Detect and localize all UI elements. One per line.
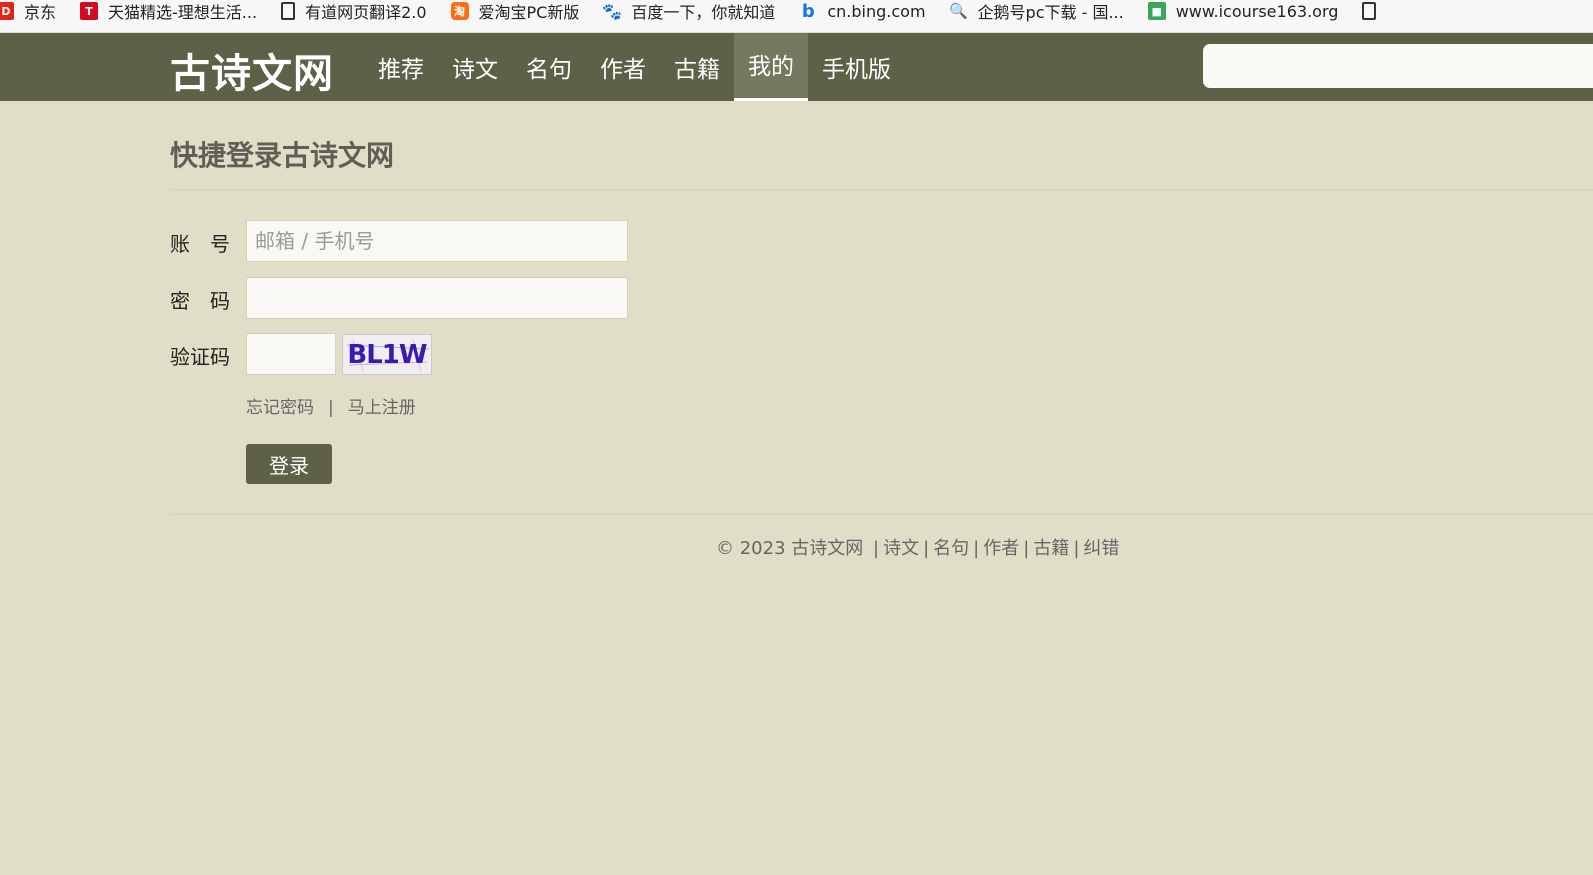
link-separator: |	[328, 398, 334, 418]
forgot-password-link[interactable]: 忘记密码	[246, 398, 314, 418]
nav-label: 名句	[526, 57, 572, 83]
tmall-icon: T	[80, 2, 99, 20]
nav-item[interactable]: 手机版	[808, 33, 905, 101]
footer-link[interactable]: 诗文	[883, 538, 919, 559]
footer-link[interactable]: 名句	[933, 538, 969, 559]
page-title: 快捷登录古诗文网	[170, 139, 395, 172]
login-button[interactable]: 登录	[246, 444, 332, 484]
bookmark-item[interactable]: ■ www.icourse163.org	[1147, 0, 1339, 28]
nav-item[interactable]: 诗文	[438, 33, 512, 101]
search-icon: 🔍	[949, 2, 968, 20]
captcha-text: BL1W	[347, 339, 427, 370]
copyright-text: © 2023 古诗文网	[716, 538, 864, 559]
search-input[interactable]	[1203, 44, 1593, 88]
bookmark-item[interactable]: 🐾 百度一下，你就知道	[602, 0, 776, 28]
footer-separator: |	[873, 538, 880, 559]
site-footer: © 2023 古诗文网 | 诗文 | 名句 | 作者 | 古籍 | 纠错	[716, 534, 1119, 560]
bookmark-item[interactable]: 有道网页翻译2.0	[281, 0, 427, 28]
captcha-input[interactable]	[246, 333, 336, 375]
bookmarks-bar: D 京东 T 天猫精选-理想生活... 有道网页翻译2.0 淘爱淘宝PC新版 🐾 百度一下，你…	[0, 0, 1593, 33]
baidu-icon: 🐾	[602, 1, 623, 21]
bookmark-label: 天猫精选-理想生活...	[108, 3, 258, 22]
nav-label: 诗文	[452, 57, 498, 83]
page-icon	[281, 2, 296, 20]
password-input[interactable]	[246, 277, 628, 319]
footer-divider	[170, 514, 1593, 515]
nav-item[interactable]: 我的	[734, 33, 808, 101]
jd-icon: D	[0, 2, 14, 20]
nav-label: 作者	[600, 57, 646, 83]
auth-links: 忘记密码 | 马上注册	[246, 393, 416, 418]
bookmark-label: www.icourse163.org	[1175, 1, 1339, 21]
nav-item[interactable]: 古籍	[660, 33, 734, 101]
site-header: 古诗文网 推荐 诗文 名句 作者 古籍 我的 手机版	[0, 33, 1593, 101]
nav-item[interactable]: 推荐	[364, 33, 438, 101]
captcha-image[interactable]: BL1W	[342, 334, 432, 375]
nav-label: 我的	[748, 53, 794, 80]
footer-link[interactable]: 作者	[983, 538, 1019, 559]
bookmark-item[interactable]: b cn.bing.com	[799, 0, 926, 28]
site-logo[interactable]: 古诗文网	[170, 41, 334, 99]
register-link[interactable]: 马上注册	[348, 398, 416, 418]
aitaobao-icon: 淘	[450, 2, 469, 20]
password-label: 密 码	[170, 289, 230, 313]
icourse-icon: ■	[1147, 2, 1166, 20]
bing-icon: b	[801, 0, 815, 22]
footer-link[interactable]: 纠错	[1083, 538, 1119, 559]
bookmark-item[interactable]: T 天猫精选-理想生活...	[80, 0, 257, 28]
bookmark-label: cn.bing.com	[827, 1, 926, 21]
account-input[interactable]	[246, 220, 628, 262]
nav-item[interactable]: 作者	[586, 33, 660, 101]
bookmark-label: 有道网页翻译2.0	[305, 3, 427, 22]
captcha-label: 验证码	[170, 345, 230, 369]
bookmark-label: 爱淘宝PC新版	[478, 3, 580, 22]
footer-separator: |	[1023, 538, 1030, 559]
bookmark-item[interactable]	[1362, 0, 1386, 28]
page-icon	[1362, 2, 1377, 20]
footer-separator: |	[923, 538, 930, 559]
title-divider	[170, 189, 1593, 190]
bookmark-item[interactable]: 🔍 企鹅号pc下载 - 国...	[949, 0, 1124, 28]
bookmark-item[interactable]: D 京东	[0, 0, 56, 28]
footer-separator: |	[973, 538, 980, 559]
nav-label: 古籍	[674, 57, 720, 83]
bookmark-label: 企鹅号pc下载 - 国...	[977, 3, 1124, 22]
bookmark-item[interactable]: 淘爱淘宝PC新版	[450, 0, 580, 28]
account-label: 账 号	[170, 232, 230, 256]
nav-item[interactable]: 名句	[512, 33, 586, 101]
main-nav: 推荐 诗文 名句 作者 古籍 我的 手机版	[364, 33, 905, 101]
footer-separator: |	[1073, 538, 1080, 559]
bookmark-label: 京东	[24, 3, 57, 22]
bookmark-label: 百度一下，你就知道	[631, 3, 776, 22]
nav-label: 手机版	[822, 57, 891, 83]
footer-link[interactable]: 古籍	[1033, 538, 1069, 559]
nav-label: 推荐	[378, 57, 424, 83]
